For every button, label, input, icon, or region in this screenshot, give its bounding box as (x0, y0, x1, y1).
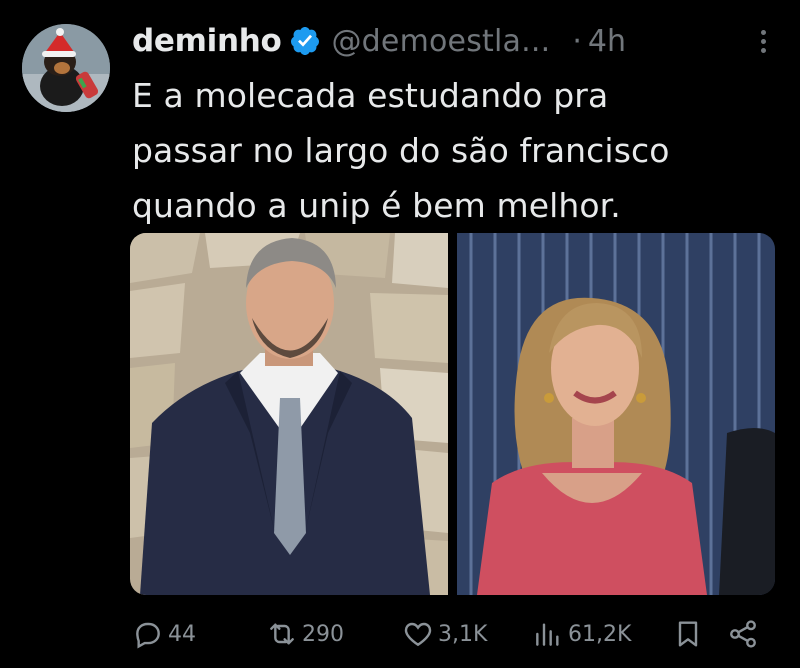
tweet-text-line: passar no largo do são francisco (132, 131, 670, 170)
like-button[interactable]: 3,1K (402, 618, 487, 650)
views-icon (536, 623, 559, 646)
reply-button[interactable]: 44 (132, 618, 196, 650)
like-icon (404, 622, 432, 647)
avatar[interactable] (22, 24, 110, 112)
photo-left[interactable] (130, 233, 448, 595)
separator-dot: · (572, 23, 582, 59)
share-icon (730, 620, 756, 648)
photo-right[interactable] (457, 233, 775, 595)
reply-icon (136, 622, 160, 649)
more-icon[interactable] (758, 26, 768, 60)
share-button[interactable] (727, 618, 759, 650)
verified-badge-icon (291, 27, 320, 55)
tweet-header: deminho @demoestla... · 4h (132, 18, 782, 64)
avatar-image (22, 24, 110, 112)
retweet-button[interactable]: 290 (266, 618, 344, 650)
bookmark-button[interactable] (672, 618, 704, 650)
retweet-count: 290 (302, 621, 344, 647)
tweet-time[interactable]: 4h (588, 24, 626, 59)
tweet-actions: 44 290 3,1K 61,2K (132, 612, 762, 656)
views-button[interactable]: 61,2K (532, 618, 631, 650)
retweet-icon (270, 623, 294, 645)
bookmark-icon (678, 621, 698, 647)
views-count: 61,2K (568, 621, 632, 647)
tweet-text-line: quando a unip é bem melhor. (132, 186, 621, 225)
author-name[interactable]: deminho (132, 23, 282, 59)
like-count: 3,1K (438, 621, 488, 647)
tweet-text: E a molecada estudando pra passar no lar… (132, 68, 772, 233)
reply-count: 44 (168, 621, 196, 647)
author-handle[interactable]: @demoestla... (331, 24, 550, 59)
tweet-media (130, 233, 775, 595)
tweet-text-line: E a molecada estudando pra (132, 76, 609, 115)
